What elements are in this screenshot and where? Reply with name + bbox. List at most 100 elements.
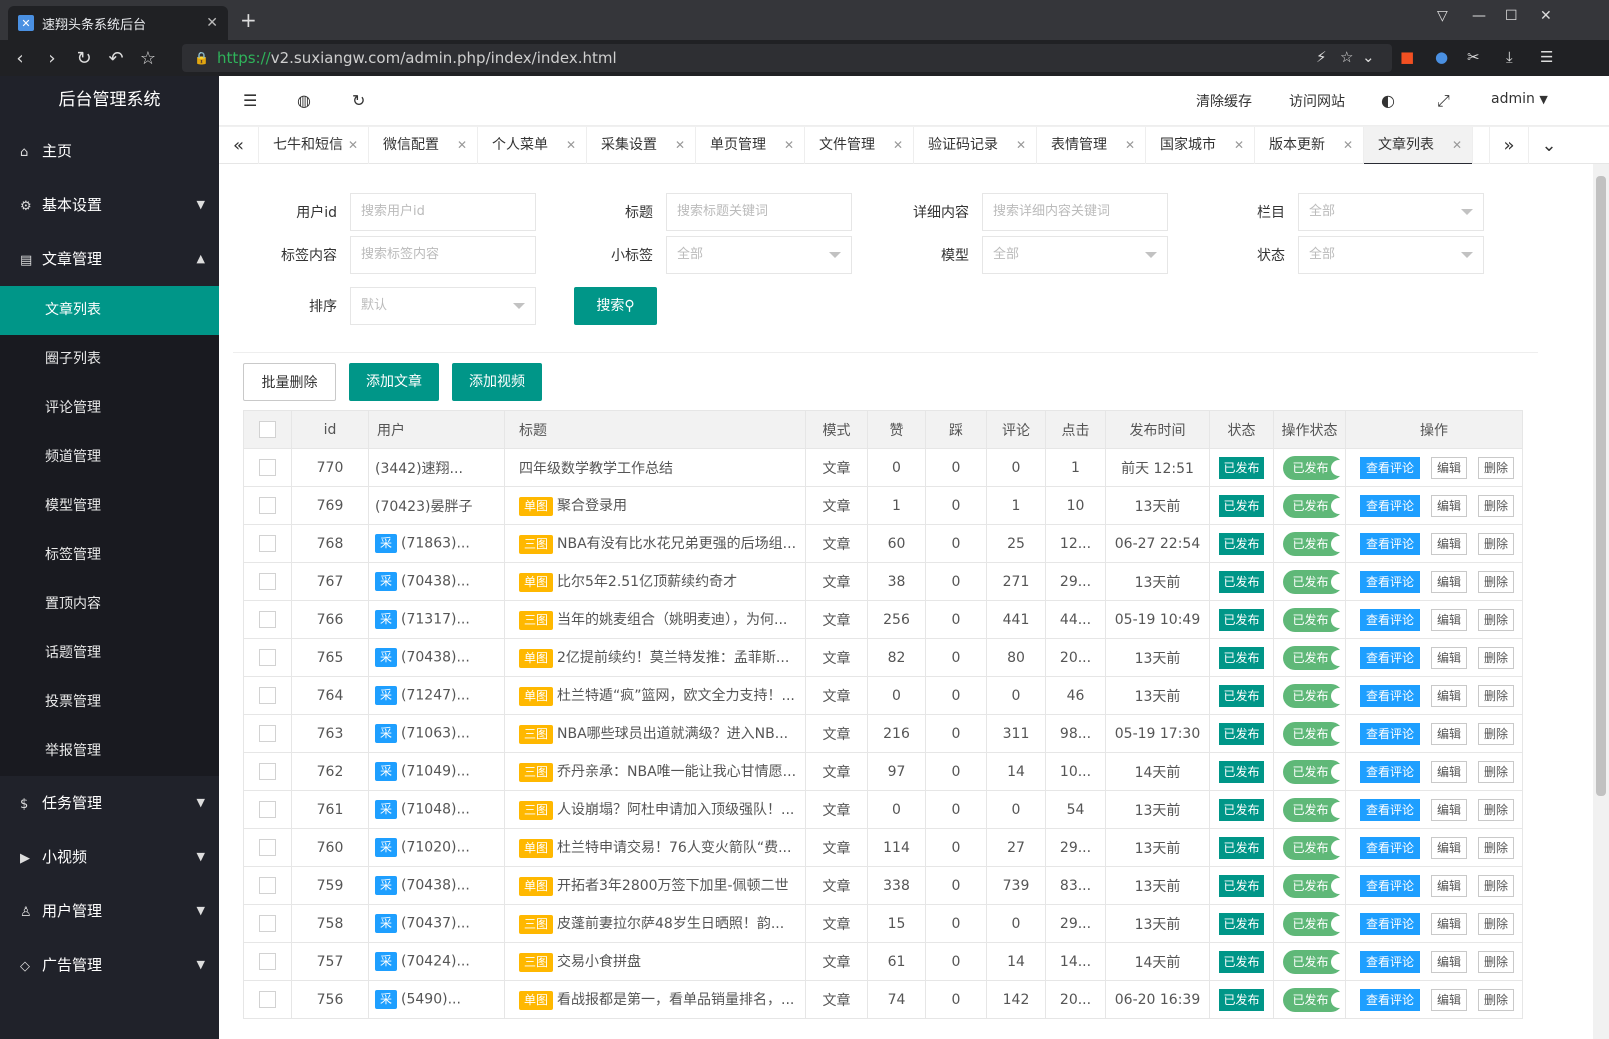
row-checkbox[interactable] <box>259 953 276 970</box>
close-icon[interactable]: ✕ <box>1125 127 1135 164</box>
model-select[interactable]: 全部 <box>982 236 1168 274</box>
back-icon[interactable]: ‹ <box>4 48 36 69</box>
view-comments-button[interactable]: 查看评论 <box>1360 760 1421 783</box>
publish-toggle[interactable]: 已发布 <box>1282 645 1345 670</box>
sort-select[interactable]: 默认 <box>350 287 536 325</box>
scrollbar[interactable] <box>1593 164 1609 1039</box>
sidebar-subitem-models[interactable]: 模型管理 <box>0 482 219 531</box>
cell-title[interactable]: 三图 交易小食拼盘 <box>504 942 806 981</box>
sidebar-item-tasks[interactable]: $ 任务管理 ▼ <box>0 776 219 830</box>
visit-site-link[interactable]: 访问网站 <box>1289 91 1345 111</box>
scissors-icon[interactable]: ✂ <box>1467 48 1480 66</box>
close-icon[interactable]: ✕ <box>566 127 576 164</box>
edit-button[interactable]: 编辑 <box>1431 988 1468 1011</box>
pin-icon[interactable]: ▽ <box>1437 8 1448 24</box>
tab-countries[interactable]: 国家城市 ✕ <box>1146 127 1255 164</box>
cell-title[interactable]: 四年级数学教学工作总结 <box>504 448 806 487</box>
sidebar-item-ads[interactable]: ◇ 广告管理 ▼ <box>0 938 219 992</box>
close-icon[interactable]: ✕ <box>348 127 358 164</box>
delete-button[interactable]: 删除 <box>1478 684 1515 707</box>
col-status[interactable]: 状态 <box>1209 410 1274 449</box>
search-button[interactable]: 搜索⚲ <box>574 287 657 325</box>
clear-cache-link[interactable]: 清除缓存 <box>1196 91 1252 111</box>
bookmark-star-icon[interactable]: ☆ <box>132 48 164 69</box>
delete-button[interactable]: 删除 <box>1478 988 1515 1011</box>
tab-version-update[interactable]: 版本更新 ✕ <box>1255 127 1364 164</box>
cell-title[interactable]: 三图 NBA有没有比水花兄弟更强的后场组... <box>504 524 806 563</box>
col-user[interactable]: 用户 <box>368 410 505 449</box>
tab-collect-settings[interactable]: 采集设置 ✕ <box>587 127 696 164</box>
column-select[interactable]: 全部 <box>1298 193 1484 231</box>
view-comments-button[interactable]: 查看评论 <box>1360 950 1421 973</box>
flash-icon[interactable]: ⚡ <box>1316 48 1327 66</box>
edit-button[interactable]: 编辑 <box>1431 760 1468 783</box>
edit-button[interactable]: 编辑 <box>1431 950 1468 973</box>
delete-button[interactable]: 删除 <box>1478 570 1515 593</box>
tab-personal-menu[interactable]: 个人菜单 ✕ <box>478 127 587 164</box>
fullscreen-icon[interactable]: ⤢ <box>1437 91 1450 111</box>
cell-user[interactable]: 采 (70438)... <box>368 866 505 905</box>
globe-icon[interactable]: ◍ <box>297 91 311 110</box>
edit-button[interactable]: 编辑 <box>1431 570 1468 593</box>
publish-toggle[interactable]: 已发布 <box>1282 455 1345 480</box>
edit-button[interactable]: 编辑 <box>1431 608 1468 631</box>
delete-button[interactable]: 删除 <box>1478 494 1515 517</box>
browser-tab[interactable]: ✕ 速翔头条系统后台 ✕ <box>8 6 228 40</box>
forward-icon[interactable]: › <box>36 48 68 69</box>
row-checkbox[interactable] <box>259 839 276 856</box>
cell-user[interactable]: 采 (71247)... <box>368 676 505 715</box>
row-checkbox[interactable] <box>259 763 276 780</box>
col-dislike[interactable]: 踩 <box>925 410 987 449</box>
col-publish-time[interactable]: 发布时间 <box>1105 410 1210 449</box>
title-input[interactable]: 搜索标题关键词 <box>666 193 852 231</box>
menu-icon[interactable]: ☰ <box>1540 48 1553 66</box>
star-icon[interactable]: ☆ <box>1340 48 1353 66</box>
row-checkbox[interactable] <box>259 459 276 476</box>
tabs-next-icon[interactable]: » <box>1489 127 1529 164</box>
sidebar-subitem-reports[interactable]: 举报管理 <box>0 727 219 776</box>
col-op-status[interactable]: 操作状态 <box>1273 410 1346 449</box>
cell-title[interactable]: 单图 杜兰特申请交易！76人变火箭队“费... <box>504 828 806 867</box>
close-window-icon[interactable]: ✕ <box>1540 8 1552 24</box>
delete-button[interactable]: 删除 <box>1478 798 1515 821</box>
tabs-prev-icon[interactable]: « <box>219 127 259 164</box>
add-video-button[interactable]: 添加视频 <box>452 363 542 401</box>
row-checkbox[interactable] <box>259 877 276 894</box>
delete-button[interactable]: 删除 <box>1478 608 1515 631</box>
col-mode[interactable]: 模式 <box>805 410 868 449</box>
view-comments-button[interactable]: 查看评论 <box>1360 608 1421 631</box>
cell-user[interactable]: 采 (71063)... <box>368 714 505 753</box>
delete-button[interactable]: 删除 <box>1478 456 1515 479</box>
status-select[interactable]: 全部 <box>1298 236 1484 274</box>
view-comments-button[interactable]: 查看评论 <box>1360 912 1421 935</box>
cell-title[interactable]: 三图 当年的姚麦组合（姚明麦迪），为何... <box>504 600 806 639</box>
sidebar-subitem-tags[interactable]: 标签管理 <box>0 531 219 580</box>
cell-title[interactable]: 单图 比尔5年2.51亿顶薪续约奇才 <box>504 562 806 601</box>
sidebar-subitem-topics[interactable]: 话题管理 <box>0 629 219 678</box>
refresh-icon[interactable]: ↻ <box>352 91 365 110</box>
cell-user[interactable]: 采 (70424)... <box>368 942 505 981</box>
close-tab-icon[interactable]: ✕ <box>206 15 218 31</box>
edit-button[interactable]: 编辑 <box>1431 798 1468 821</box>
tab-article-list[interactable]: 文章列表 ✕ <box>1364 127 1473 165</box>
publish-toggle[interactable]: 已发布 <box>1282 911 1345 936</box>
delete-button[interactable]: 删除 <box>1478 836 1515 859</box>
cell-user[interactable]: 采 (71020)... <box>368 828 505 867</box>
cell-title[interactable]: 单图 聚合登录用 <box>504 486 806 525</box>
tag-content-input[interactable]: 搜索标签内容 <box>350 236 536 274</box>
delete-button[interactable]: 删除 <box>1478 950 1515 973</box>
row-checkbox[interactable] <box>259 915 276 932</box>
cell-title[interactable]: 三图 NBA哪些球员出道就满级？进入NB... <box>504 714 806 753</box>
tab-emoji[interactable]: 表情管理 ✕ <box>1037 127 1146 164</box>
row-checkbox[interactable] <box>259 611 276 628</box>
row-checkbox[interactable] <box>259 687 276 704</box>
tab-file-management[interactable]: 文件管理 ✕ <box>805 127 914 164</box>
add-article-button[interactable]: 添加文章 <box>349 363 439 401</box>
col-like[interactable]: 赞 <box>867 410 926 449</box>
row-checkbox[interactable] <box>259 497 276 514</box>
view-comments-button[interactable]: 查看评论 <box>1360 836 1421 859</box>
edit-button[interactable]: 编辑 <box>1431 646 1468 669</box>
publish-toggle[interactable]: 已发布 <box>1282 949 1345 974</box>
row-checkbox[interactable] <box>259 801 276 818</box>
sidebar-item-short-video[interactable]: ▶ 小视频 ▼ <box>0 830 219 884</box>
